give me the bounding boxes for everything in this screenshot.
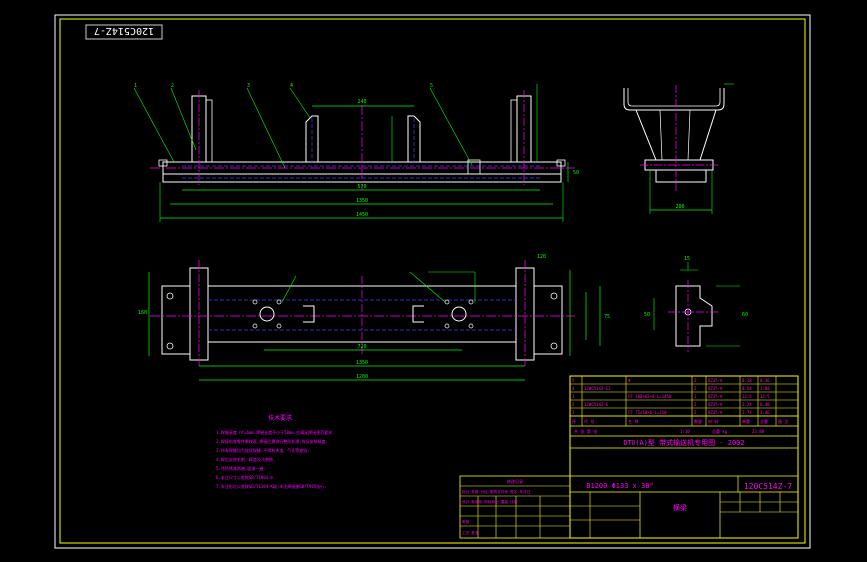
dim-front-top: 240	[357, 99, 366, 105]
bom-header-label: 代 号	[584, 418, 594, 424]
spec-text: B1200 Φ133 x 38°	[586, 482, 653, 490]
dim-front-mid: 50	[573, 170, 579, 176]
technical-requirements: 技术要求 1.焊缝高度 hf=6mm,焊缝长度不小于50mm,应满足焊接规范要求…	[216, 414, 335, 489]
tech-line-6: 6.未注尺寸公差按GB/T1804-m.	[216, 474, 275, 480]
balloon-2: 2	[171, 83, 174, 89]
dim-plan-a: 720	[357, 344, 366, 350]
revision-line-2: 设计 标准化 阶段标记 重量 比例	[462, 499, 518, 504]
side-view: 200	[623, 83, 734, 214]
bom-cell-mat: Q235-A	[708, 386, 723, 391]
bom-cell-qty: 2	[694, 402, 697, 407]
rotated-drawing-number: 120C514Z-7	[94, 25, 154, 36]
dim-detail-b: 60	[742, 312, 748, 318]
tech-line-3: 3.所有焊缝均为连续焊缝,不得有夹渣、气孔等缺陷.	[216, 447, 310, 453]
tech-line-7: 7.未注形位公差按GB/T1184-K级,未注焊接按GB/T985执行.	[216, 483, 327, 489]
title-drawing-number: 120C514Z-7	[744, 482, 792, 491]
bom-cell-w2: 6.48	[760, 402, 770, 407]
tech-line-4: 4.焊后去除毛刺、焊渣及飞溅物.	[216, 456, 275, 462]
bom-cell-w1: 12.5	[742, 394, 752, 399]
dim-front-b: 1350	[356, 198, 368, 204]
bom-cell-no: 5	[572, 378, 575, 383]
balloon-5: 5	[430, 83, 433, 89]
sheet-info: 共 张 第 张	[574, 428, 597, 434]
part-name: 横梁	[673, 503, 687, 512]
bom-cell-no: 4	[572, 386, 575, 391]
detail-view: 15 60 50	[644, 256, 748, 352]
bom-header-label: 单重	[742, 418, 750, 424]
revision-line-3: 审核	[462, 519, 470, 524]
dim-detail-c: 50	[644, 312, 650, 318]
revision-header: 修改记录	[507, 478, 523, 484]
dim-plan-b: 1350	[356, 360, 368, 366]
balloon-3: 3	[247, 83, 250, 89]
revision-block: 修改记录 标记 处数 分区 更改文件号 签名 年月日 设计 标准化 阶段标记 重…	[459, 475, 571, 539]
bom-cell-name: Φ	[628, 378, 631, 383]
main-title: DTⅡ(A)型 带式输送机专用图 - 2002	[623, 438, 744, 447]
bom-cell-w1: 0.54	[742, 386, 752, 391]
bom-cell-qty: 2	[694, 410, 697, 415]
weight-label: 总重 kg	[712, 428, 728, 434]
bom-cell-w1: 1.73	[742, 410, 752, 415]
bom-cell-qty: 1	[694, 394, 697, 399]
bom-cell-mat: Q235-A	[708, 394, 723, 399]
bom-cell-no: 3	[572, 394, 575, 399]
weight-value: 23.88	[752, 429, 765, 434]
front-view: 240 570 1350 1450 50 1 2 3 4 5	[133, 83, 579, 222]
dim-plan-h: 160	[138, 310, 147, 316]
dim-plan-c: 1200	[356, 374, 368, 380]
bom-cell-w2: 12.5	[760, 394, 770, 399]
bom-header-label: 总重	[760, 418, 768, 424]
bom-cell-qty: 2	[694, 378, 697, 383]
balloon-4: 4	[290, 83, 293, 89]
dim-detail-a: 15	[684, 256, 690, 262]
outer-frame	[54, 14, 811, 549]
bom-cell-w2: 1.08	[760, 386, 770, 391]
bom-cell-no: 1	[572, 410, 575, 415]
bom-header-label: 名 称	[628, 418, 638, 424]
bom-cell-name: FF 100×63×8 L=1450	[628, 394, 672, 399]
scale: 1:10	[680, 429, 690, 434]
bom-cell-w2: 3.46	[760, 410, 770, 415]
bom-cell-name: FF 75×50×6 L=350	[628, 410, 667, 415]
dim-plan-r: 120	[537, 254, 546, 260]
bom-header-label: 备 注	[778, 418, 788, 424]
bom-cell-w1: 0.18	[742, 378, 752, 383]
cad-drawing-canvas: 120C514Z-7 240 570 1350 1450 50 1 2 3 4 …	[54, 14, 811, 549]
dim-front-c: 1450	[356, 212, 368, 218]
bom-cell-mat: Q235-A	[708, 402, 723, 407]
revision-line-4: 工艺 批准	[462, 530, 479, 535]
rotated-number-box: 120C514Z-7	[85, 24, 163, 40]
dim-front-a: 570	[357, 184, 366, 190]
bom-cell-qty: 2	[694, 386, 697, 391]
bom-cell-no: 2	[572, 402, 575, 407]
bom-header-label: 数量	[694, 418, 702, 424]
dim-plan-s: 75	[604, 314, 610, 320]
dim-side-w: 200	[675, 204, 684, 210]
bom-cell-w2: 0.36	[760, 378, 770, 383]
balloon-1: 1	[134, 83, 137, 89]
drawing-frame	[59, 18, 806, 544]
tech-line-5: 5.涂防锈漆两遍,面漆一遍.	[216, 465, 266, 471]
bom-cell-mat: Q235-A	[708, 378, 723, 383]
tech-line-2: 2.焊接前各零件需校直,焊接后需进行整形处理,保证安装精度.	[216, 438, 328, 444]
title-block: 5 Φ 2 Q235-A 0.18 0.36 4 120C514Z-12 2 Q235-A 0.54…	[569, 375, 799, 539]
plan-view: 720 1350 1200 160 120 75	[138, 254, 610, 381]
bom-header-label: 材 料	[708, 418, 718, 424]
tech-heading: 技术要求	[268, 414, 292, 422]
bom-header-label: 序	[572, 418, 576, 424]
bom-cell-w1: 3.24	[742, 402, 752, 407]
revision-line-1: 标记 处数 分区 更改文件号 签名 年月日	[462, 489, 530, 494]
bom-cell-code: 120C514Z-6	[584, 402, 609, 407]
bom-cell-mat: Q235-A	[708, 410, 723, 415]
tech-line-1: 1.焊缝高度 hf=6mm,焊缝长度不小于50mm,应满足焊接规范要求.	[216, 429, 335, 435]
bom-cell-code: 120C514Z-12	[584, 386, 611, 391]
